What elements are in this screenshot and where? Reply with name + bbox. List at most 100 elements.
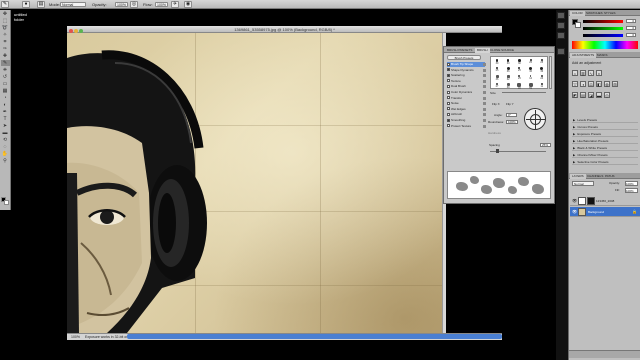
brush-option-row[interactable]: Dual Brush [447, 84, 486, 89]
brush-picker-icon[interactable]: ● [22, 1, 30, 8]
crop-tool-icon[interactable]: ⌗ [1, 39, 10, 45]
brush-option-row[interactable]: Brush Tip Shape [447, 62, 486, 67]
brush-tip-item[interactable]: 36 [537, 66, 547, 74]
brush-option-row[interactable]: Noise [447, 101, 486, 106]
spacing-slider-knob[interactable] [496, 149, 499, 153]
lock-icon[interactable] [483, 68, 486, 72]
lock-icon[interactable] [483, 74, 486, 78]
exposure-icon[interactable]: ± [596, 70, 602, 76]
brush-tip-item[interactable]: 11 [537, 82, 547, 90]
brush-tip-item[interactable]: 25 [537, 58, 547, 66]
adjustment-preset-row[interactable]: ▶ Curves Presets [572, 124, 638, 130]
brush-option-checkbox[interactable] [447, 101, 450, 105]
brush-option-checkbox[interactable] [447, 84, 450, 88]
background-color-swatch[interactable] [4, 200, 9, 205]
lock-icon[interactable] [483, 113, 486, 117]
hand-tool-icon[interactable]: ✋ [1, 151, 10, 157]
brush-option-checkbox[interactable] [447, 62, 450, 66]
green-slider[interactable] [583, 27, 623, 30]
brush-option-row[interactable]: Wet Edges [447, 107, 486, 112]
adjustment-preset-row[interactable]: ▶ Exposure Presets [572, 131, 638, 137]
layer-row-selected[interactable]: 👁 Background 🔒 [570, 207, 640, 217]
brush-presets-button[interactable]: Brush Presets [447, 55, 481, 60]
color-background-swatch[interactable] [575, 22, 581, 28]
invert-icon[interactable]: ◩ [572, 92, 578, 98]
photo-filter-icon[interactable]: ◍ [604, 81, 610, 87]
quick-select-tool-icon[interactable]: ✧ [1, 32, 10, 38]
red-slider[interactable] [583, 20, 623, 23]
brush-option-row[interactable]: Color Dynamics [447, 90, 486, 95]
lock-icon[interactable] [483, 63, 486, 66]
color-balance-icon[interactable]: ⚖ [588, 81, 594, 87]
tab-masks[interactable]: MASKS [595, 53, 610, 58]
disclosure-triangle-icon[interactable]: ▶ [573, 152, 575, 158]
layer-row[interactable]: 👁 123456_2008 [570, 196, 640, 206]
tab-layers[interactable]: LAYERS [570, 174, 586, 179]
disclosure-triangle-icon[interactable]: ▶ [573, 145, 575, 151]
tab-paths[interactable]: PATHS [603, 174, 617, 179]
minimize-window-button[interactable] [74, 28, 78, 33]
brush-tip-item[interactable]: 25 [514, 66, 524, 74]
move-tool-icon[interactable]: ✥ [1, 11, 10, 17]
dodge-tool-icon[interactable]: ◐ [1, 102, 10, 108]
tab-clone-source[interactable]: CLONE SOURCE [488, 48, 516, 53]
lock-icon[interactable] [483, 107, 486, 111]
brush-option-checkbox[interactable] [447, 90, 450, 94]
brush-tip-item[interactable]: 30 [492, 58, 502, 66]
vibrance-icon[interactable]: ▽ [572, 81, 578, 87]
brush-tip-item[interactable]: 14 [526, 74, 536, 82]
selective-color-icon[interactable]: ◎ [604, 92, 610, 98]
brush-option-checkbox[interactable] [447, 79, 450, 83]
collapsed-panel-icon[interactable] [557, 12, 565, 19]
pressure-opacity-icon[interactable]: ◎ [130, 1, 138, 8]
brush-option-checkbox[interactable] [447, 96, 450, 100]
brush-tip-item[interactable]: 27 [492, 82, 502, 90]
spacing-field[interactable]: 25% [540, 143, 551, 147]
brush-tip-item[interactable]: 46 [514, 82, 524, 90]
document-titlebar[interactable]: 1369861_53558975.jpg @ 100% (Background,… [67, 26, 502, 33]
opacity-field[interactable]: 100% [115, 2, 128, 7]
threshold-icon[interactable]: ◪ [588, 92, 594, 98]
channel-mixer-icon[interactable]: ⊞ [612, 81, 618, 87]
brush-tool-icon[interactable]: ✎ [0, 60, 10, 66]
brush-option-row[interactable]: Smoothing [447, 118, 486, 123]
green-value[interactable]: 0 [626, 26, 636, 30]
zoom-window-button[interactable] [79, 28, 83, 33]
path-select-tool-icon[interactable]: ➤ [1, 123, 10, 129]
disclosure-triangle-icon[interactable]: ▶ [573, 159, 575, 165]
disclosure-triangle-icon[interactable]: ▶ [573, 138, 575, 144]
adjustment-preset-row[interactable]: ▶ Hue/Saturation Presets [572, 138, 638, 144]
brush-option-row[interactable]: Texture [447, 79, 486, 84]
lock-icon[interactable] [483, 124, 486, 128]
brush-tip-grid[interactable]: 30 30 30 25 25 25 36 25 36 36 36 32 25 14 24 27 39 46 59 11 [490, 56, 548, 90]
posterize-icon[interactable]: ▤ [580, 92, 586, 98]
adjustment-preset-row[interactable]: ▶ Selective Color Presets [572, 159, 638, 165]
brightness-contrast-icon[interactable]: ☼ [572, 70, 578, 76]
marquee-tool-icon[interactable]: ⬚ [1, 18, 10, 24]
disclosure-triangle-icon[interactable]: ▶ [573, 124, 575, 130]
spacing-checkbox[interactable]: Spacing [489, 143, 500, 147]
black-white-icon[interactable]: ◧ [596, 81, 602, 87]
red-value[interactable]: 0 [626, 19, 636, 23]
tab-adjustments[interactable]: ADJUSTMENTS [570, 53, 597, 58]
brush-tip-item[interactable]: 25 [492, 66, 502, 74]
type-tool-icon[interactable]: T [1, 116, 10, 122]
gradient-map-icon[interactable]: ▬ [596, 92, 602, 98]
healing-brush-tool-icon[interactable]: ✚ [1, 53, 10, 59]
brush-option-checkbox[interactable] [447, 112, 450, 116]
blue-slider[interactable] [583, 34, 623, 37]
lock-icon[interactable] [483, 91, 486, 94]
angle-field[interactable]: 0° [506, 113, 517, 117]
brush-tip-item[interactable]: 36 [526, 66, 536, 74]
eye-icon[interactable]: 👁 [572, 199, 577, 203]
brush-tool-preset-icon[interactable]: ✎ [1, 1, 9, 8]
collapsed-panel-icon[interactable] [557, 48, 565, 55]
adjustment-preset-row[interactable]: ▶ Black & White Presets [572, 145, 638, 151]
zoom-level[interactable]: 100% [71, 334, 80, 340]
toggle-brush-panel-icon[interactable]: ▤ [37, 1, 45, 8]
brush-tip-item[interactable]: 25 [526, 58, 536, 66]
brush-option-checkbox[interactable] [447, 107, 450, 111]
blue-value[interactable]: 0 [626, 33, 636, 37]
image-canvas[interactable] [67, 33, 442, 333]
brush-tip-item[interactable]: 36 [492, 74, 502, 82]
